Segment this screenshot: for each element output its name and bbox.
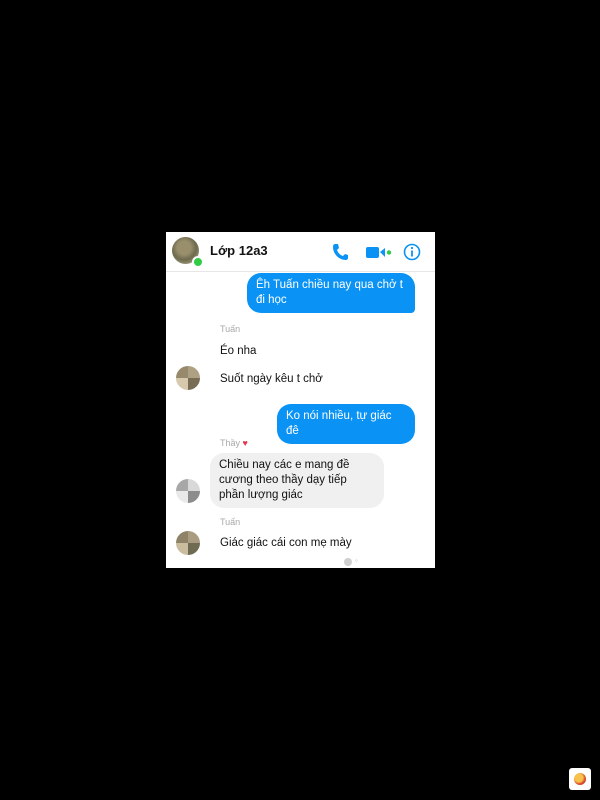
incoming-message[interactable]: Éo nha <box>220 345 256 357</box>
chat-title[interactable]: Lớp 12a3 <box>210 243 268 258</box>
incoming-message[interactable]: Suốt ngày kêu t chở <box>220 373 323 385</box>
seen-avatar <box>344 558 352 566</box>
sender-avatar[interactable] <box>176 531 200 555</box>
watermark-logo <box>569 768 591 790</box>
chat-window: Lớp 12a3 Êh Tuấn chiều nay qua chở t đi … <box>166 232 435 568</box>
heart-icon: ♥ <box>242 438 248 448</box>
video-icon[interactable] <box>364 242 394 262</box>
online-status-dot <box>192 256 204 268</box>
sender-name: Thầy ♥ <box>220 438 248 448</box>
sender-name: Tuấn <box>220 324 241 334</box>
seen-indicator: ◦ <box>355 556 358 565</box>
phone-icon[interactable] <box>330 242 350 262</box>
outgoing-message[interactable]: Ko nói nhiều, tự giác đê <box>277 404 415 444</box>
incoming-message[interactable]: Chiều nay các e mang đề cương theo thầy … <box>210 453 384 508</box>
incoming-message[interactable]: Giác giác cái con mẹ mày <box>220 537 352 549</box>
sender-name: Tuấn <box>220 517 241 527</box>
sender-avatar[interactable] <box>176 366 200 390</box>
sender-avatar[interactable] <box>176 479 200 503</box>
chat-header: Lớp 12a3 <box>166 232 435 272</box>
info-icon[interactable] <box>402 242 422 262</box>
outgoing-message[interactable]: Êh Tuấn chiều nay qua chở t đi học <box>247 273 415 313</box>
